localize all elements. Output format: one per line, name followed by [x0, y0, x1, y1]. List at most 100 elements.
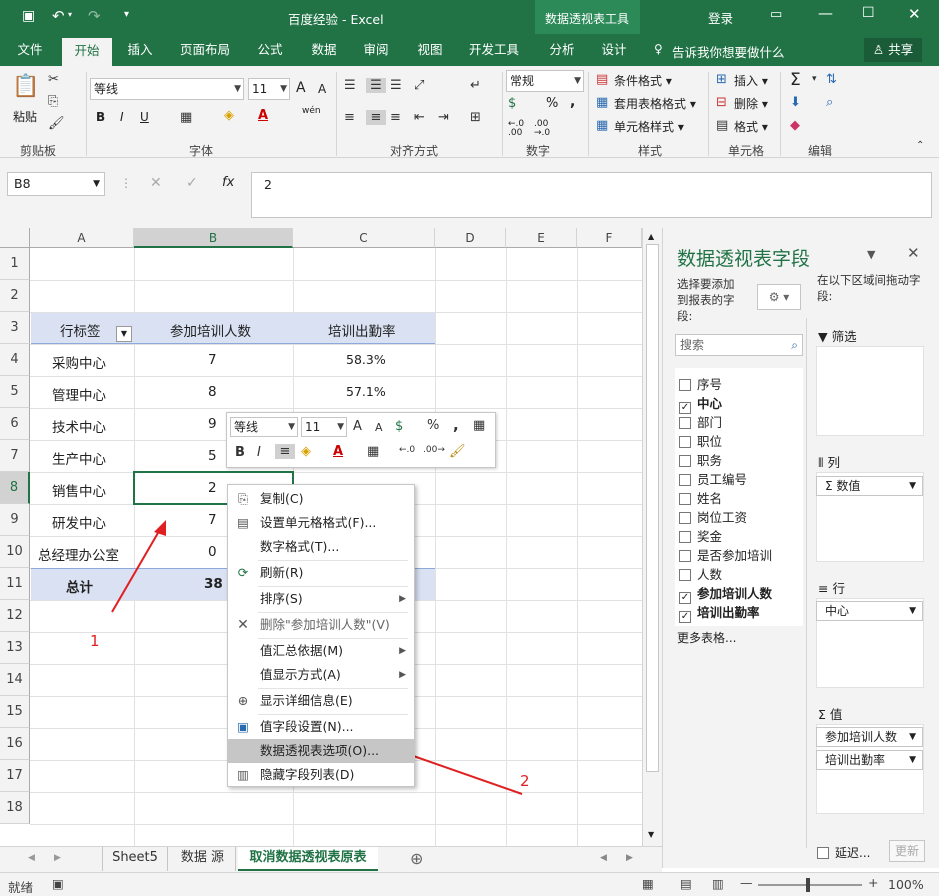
conditional-format-button[interactable]: 条件格式 ▾ — [614, 72, 672, 89]
minimize-icon[interactable]: — — [818, 4, 833, 22]
font-name-combo[interactable]: 等线 ▼ — [90, 78, 244, 100]
scroll-thumb[interactable] — [646, 244, 659, 772]
row-header[interactable]: 14 — [0, 664, 30, 696]
wrap-text-icon[interactable]: ↵ — [470, 78, 481, 93]
row-header[interactable]: 7 — [0, 440, 30, 472]
pivot-row-count[interactable]: 7 — [208, 352, 217, 368]
checkbox-unchecked-icon[interactable] — [679, 512, 691, 524]
clear-icon[interactable]: ◆ — [790, 118, 800, 133]
tab-insert[interactable]: 插入 — [116, 34, 164, 66]
pivot-row-count[interactable]: 5 — [208, 448, 217, 464]
pivot-row-rate[interactable]: 58.3% — [346, 352, 386, 367]
column-header-a[interactable]: A — [30, 228, 134, 248]
cut-icon[interactable]: ✂ — [48, 72, 59, 87]
tab-review[interactable]: 审阅 — [352, 34, 400, 66]
formula-input[interactable]: 2 — [251, 172, 932, 218]
zoom-slider[interactable] — [758, 884, 862, 886]
tab-analyze[interactable]: 分析 — [540, 34, 584, 66]
pivot-row-count[interactable]: 2 — [208, 480, 217, 496]
orientation-icon[interactable]: ⤢ — [414, 78, 424, 93]
cancel-entry-icon[interactable]: ✕ — [150, 175, 162, 191]
increase-font-button[interactable]: A — [296, 80, 306, 96]
zoom-level[interactable]: 100% — [888, 877, 924, 892]
pane-close-icon[interactable]: ✕ — [907, 244, 920, 262]
comma-button[interactable]: , — [570, 94, 575, 110]
mini-shrink-font-icon[interactable]: A — [375, 421, 383, 434]
sheet-tab-sheet5[interactable]: Sheet5 — [102, 847, 168, 871]
vertical-scrollbar[interactable]: ▲ ▼ — [642, 228, 662, 846]
share-button[interactable]: ♙ 共享 — [864, 38, 922, 62]
hscroll-right-icon[interactable]: ▶ — [626, 853, 633, 863]
bold-button[interactable]: B — [96, 110, 105, 124]
align-right-icon[interactable]: ≡ — [390, 110, 401, 125]
delete-cells-button[interactable]: 删除 ▾ — [734, 95, 768, 112]
checkbox-unchecked-icon[interactable] — [679, 379, 691, 391]
ribbon-display-icon[interactable]: ▭ — [770, 7, 782, 22]
filters-drop-area[interactable] — [816, 346, 924, 436]
pivot-row-rate[interactable]: 57.1% — [346, 384, 386, 399]
align-top-icon[interactable]: ☰ — [344, 78, 356, 93]
save-icon[interactable]: ▣ — [22, 8, 35, 24]
decrease-decimal-button[interactable]: .00 →.0 — [534, 120, 554, 138]
menu-item-show-values-as[interactable]: 值显示方式(A) ▶ — [228, 663, 414, 687]
decrease-indent-icon[interactable]: ⇤ — [414, 110, 425, 125]
field-item[interactable]: 员工编号 — [679, 469, 747, 488]
cell-styles-button[interactable]: 单元格样式 ▾ — [614, 118, 684, 135]
checkbox-unchecked-icon[interactable] — [679, 436, 691, 448]
merge-center-icon[interactable]: ⊞ — [470, 110, 481, 125]
zoom-in-icon[interactable]: + — [868, 875, 878, 890]
tab-home[interactable]: 开始 — [62, 38, 112, 66]
align-bottom-icon[interactable]: ☰ — [390, 78, 402, 93]
insert-cells-button[interactable]: 插入 ▾ — [734, 72, 768, 89]
row-header[interactable]: 10 — [0, 536, 30, 568]
new-sheet-icon[interactable]: ⊕ — [410, 849, 423, 868]
checkbox-unchecked-icon[interactable] — [679, 493, 691, 505]
pivot-row-name[interactable]: 技术中心 — [52, 416, 106, 436]
scroll-up-icon[interactable]: ▲ — [648, 232, 654, 241]
field-item[interactable]: ✓ 参加培训人数 — [679, 583, 772, 604]
row-header[interactable]: 2 — [0, 280, 30, 312]
macro-record-icon[interactable]: ▣ — [52, 876, 64, 891]
normal-view-icon[interactable]: ▦ — [642, 876, 654, 891]
row-header[interactable]: 18 — [0, 792, 30, 824]
sheet-tab-active[interactable]: 取消数据透视表原表 — [238, 847, 378, 871]
format-as-table-button[interactable]: 套用表格格式 ▾ — [614, 95, 696, 112]
field-settings-gear-button[interactable]: ⚙ ▾ — [757, 284, 801, 310]
field-item[interactable]: ✓ 中心 — [679, 393, 722, 414]
field-item[interactable]: 序号 — [679, 374, 722, 393]
copy-icon[interactable]: ⎘ — [48, 94, 58, 109]
mini-format-painter-icon[interactable]: 🖌 — [449, 444, 466, 459]
font-color-icon[interactable]: A — [258, 108, 268, 123]
checkbox-checked-icon[interactable]: ✓ — [679, 611, 691, 623]
field-item[interactable]: ✓ 培训出勤率 — [679, 602, 760, 623]
checkbox-unchecked-icon[interactable] — [817, 847, 829, 859]
pivot-row-name[interactable]: 采购中心 — [52, 352, 106, 372]
mini-decrease-decimal-icon[interactable]: .00→ — [423, 445, 445, 455]
tab-file[interactable]: 文件 — [6, 34, 54, 66]
field-item[interactable]: 部门 — [679, 412, 722, 431]
pivot-row-name[interactable]: 管理中心 — [52, 384, 106, 404]
filter-dropdown-icon[interactable]: ▼ — [116, 326, 132, 342]
mini-center-icon[interactable]: ≡ — [275, 444, 295, 459]
menu-item-number-format[interactable]: 数字格式(T)... — [228, 535, 414, 559]
autosum-dropdown-icon[interactable]: ▾ — [812, 74, 817, 84]
pivot-row-name[interactable]: 研发中心 — [52, 512, 106, 532]
column-header-b[interactable]: B — [134, 228, 293, 248]
field-item[interactable]: 是否参加培训 — [679, 545, 772, 564]
mini-border-icon[interactable]: ▦ — [367, 444, 379, 459]
checkbox-unchecked-icon[interactable] — [679, 455, 691, 467]
page-layout-view-icon[interactable]: ▤ — [680, 876, 692, 891]
pivot-row-name[interactable]: 生产中心 — [52, 448, 106, 468]
login-link[interactable]: 登录 — [708, 8, 733, 27]
underline-button[interactable]: U — [140, 110, 149, 124]
fill-icon[interactable]: ⬇ — [790, 95, 801, 110]
row-header[interactable]: 11 — [0, 568, 30, 600]
menu-item-copy[interactable]: ⎘ 复制(C) — [228, 487, 414, 511]
customize-qat-icon[interactable]: ▾ — [124, 9, 129, 20]
checkbox-unchecked-icon[interactable] — [679, 417, 691, 429]
increase-indent-icon[interactable]: ⇥ — [438, 110, 449, 125]
mini-table-icon[interactable]: ▦ — [473, 418, 485, 433]
tab-developer[interactable]: 开发工具 — [460, 34, 528, 66]
align-left-icon[interactable]: ≡ — [344, 110, 355, 125]
increase-decimal-button[interactable]: ←.0 .00 — [508, 120, 528, 138]
